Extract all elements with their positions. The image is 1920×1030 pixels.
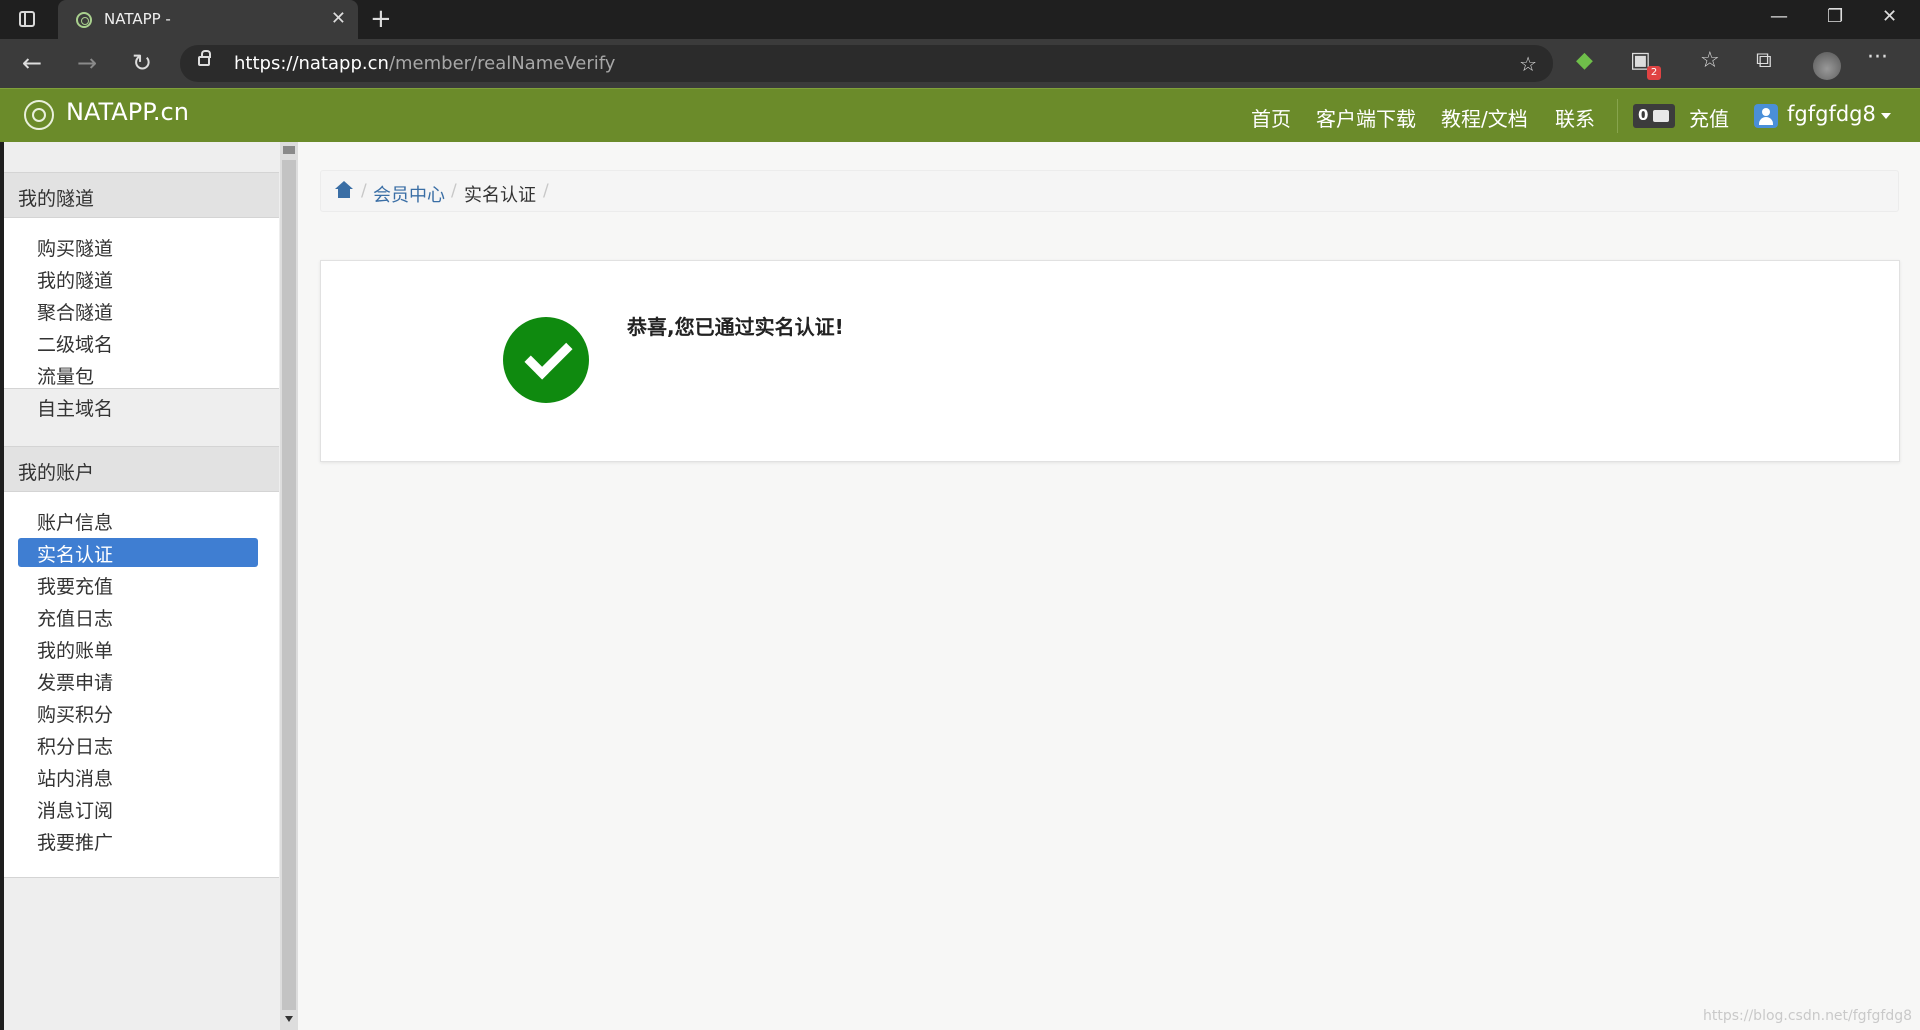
breadcrumb-current: 实名认证: [464, 185, 536, 206]
sidebar-item-buy-points[interactable]: 购买积分: [18, 698, 258, 727]
browser-tab-bar: NATAPP - ✕ + — ❐ ✕: [0, 0, 1920, 39]
sidebar-item-traffic-pack[interactable]: 流量包: [18, 360, 258, 389]
sidebar-item-my-tunnels[interactable]: 我的隧道: [18, 264, 258, 293]
breadcrumb-divider: /: [451, 181, 457, 201]
breadcrumb-divider: /: [543, 181, 549, 201]
sidebar-item-account-info[interactable]: 账户信息: [18, 506, 258, 535]
favorites-icon[interactable]: ☆: [1700, 48, 1720, 73]
refresh-icon[interactable]: ↻: [132, 49, 152, 77]
window-close-icon[interactable]: ✕: [1882, 6, 1897, 27]
sidebar-item-points-log[interactable]: 积分日志: [18, 730, 258, 759]
url-text: https://natapp.cn/member/realNameVerify: [234, 53, 616, 74]
sidebar-group-tunnels: 我的隧道: [4, 172, 279, 218]
envelope-icon: [1653, 110, 1669, 122]
forward-icon[interactable]: →: [77, 49, 97, 77]
profile-avatar[interactable]: [1813, 52, 1841, 80]
username-menu[interactable]: fgfgfdg8: [1787, 102, 1876, 126]
add-favorite-icon[interactable]: ☆: [1519, 52, 1537, 76]
tab-close-icon[interactable]: ✕: [331, 8, 346, 29]
sidebar: 我的隧道 购买隧道 我的隧道 聚合隧道 二级域名 流量包 自主域名 我的账户 账…: [4, 142, 281, 1030]
chevron-down-icon[interactable]: [1881, 113, 1891, 119]
url-field[interactable]: https://natapp.cn/member/realNameVerify …: [180, 45, 1553, 82]
sidebar-item-custom-domain[interactable]: 自主域名: [18, 392, 258, 421]
breadcrumb: / 会员中心 / 实名认证 /: [320, 170, 1899, 212]
sidebar-group-account: 我的账户: [4, 446, 279, 492]
home-icon[interactable]: [335, 181, 353, 199]
nav-docs[interactable]: 教程/文档: [1441, 103, 1528, 132]
site-favicon-icon: [76, 12, 92, 28]
recharge-link[interactable]: 充值: [1689, 103, 1729, 132]
lock-icon[interactable]: [198, 50, 211, 66]
message-badge[interactable]: 0: [1633, 104, 1675, 128]
logo-text[interactable]: NATAPP.cn: [66, 98, 189, 126]
sidebar-item-recharge[interactable]: 我要充值: [18, 570, 258, 599]
breadcrumb-divider: /: [361, 181, 367, 201]
extension-icon[interactable]: ◆: [1576, 48, 1593, 73]
breadcrumb-member-center[interactable]: 会员中心: [373, 181, 445, 207]
sidebar-item-site-messages[interactable]: 站内消息: [18, 762, 258, 791]
sidebar-tunnel-list: 购买隧道 我的隧道 聚合隧道 二级域名 流量包 自主域名: [4, 218, 279, 420]
natapp-logo-icon[interactable]: [24, 100, 54, 130]
nav-client-download[interactable]: 客户端下载: [1316, 103, 1416, 132]
extension-badge: 2: [1647, 66, 1661, 80]
restore-icon[interactable]: ❐: [1827, 6, 1843, 27]
site-header: NATAPP.cn 首页 客户端下载 教程/文档 联系 0 充值 fgfgfdg…: [0, 88, 1920, 143]
scroll-down-icon[interactable]: [285, 1016, 293, 1022]
verification-result-panel: 恭喜,您已通过实名认证!: [320, 260, 1900, 462]
header-divider: [1617, 99, 1618, 133]
back-icon[interactable]: ←: [22, 49, 42, 77]
tab-actions-icon[interactable]: [17, 9, 39, 31]
sidebar-scrollbar[interactable]: [280, 142, 298, 1030]
sidebar-item-real-name-verify[interactable]: 实名认证: [18, 538, 258, 567]
sidebar-item-message-subscribe[interactable]: 消息订阅: [18, 794, 258, 823]
sidebar-item-invoice[interactable]: 发票申请: [18, 666, 258, 695]
sidebar-item-my-bills[interactable]: 我的账单: [18, 634, 258, 663]
more-icon[interactable]: ···: [1867, 45, 1888, 70]
scroll-up-icon[interactable]: [283, 146, 295, 154]
success-check-icon: [503, 317, 589, 403]
nav-home[interactable]: 首页: [1251, 103, 1291, 132]
minimize-icon[interactable]: —: [1770, 6, 1788, 27]
nav-contact[interactable]: 联系: [1555, 103, 1595, 132]
watermark: https://blog.csdn.net/fgfgfdg8: [1703, 1008, 1912, 1024]
collections-icon[interactable]: ⧉: [1756, 48, 1772, 73]
browser-tab[interactable]: NATAPP - ✕: [58, 0, 358, 39]
address-bar: ← → ↻ https://natapp.cn/member/realNameV…: [0, 39, 1920, 88]
new-tab-icon[interactable]: +: [370, 4, 392, 34]
sidebar-item-aggregate-tunnel[interactable]: 聚合隧道: [18, 296, 258, 325]
sidebar-item-recharge-log[interactable]: 充值日志: [18, 602, 258, 631]
sidebar-account-list: 账户信息 实名认证 我要充值 充值日志 我的账单 发票申请 购买积分 积分日志 …: [4, 492, 279, 878]
sidebar-item-promote[interactable]: 我要推广: [18, 826, 258, 855]
user-icon: [1754, 104, 1778, 128]
message-count: 0: [1638, 106, 1649, 124]
scrollbar-thumb[interactable]: [282, 160, 296, 1010]
sidebar-item-subdomain[interactable]: 二级域名: [18, 328, 258, 357]
sidebar-item-buy-tunnel[interactable]: 购买隧道: [18, 232, 258, 261]
tab-title: NATAPP -: [104, 10, 171, 28]
success-message: 恭喜,您已通过实名认证!: [627, 315, 844, 339]
main-content: / 会员中心 / 实名认证 / 恭喜,您已通过实名认证! https://blo…: [298, 142, 1920, 1030]
